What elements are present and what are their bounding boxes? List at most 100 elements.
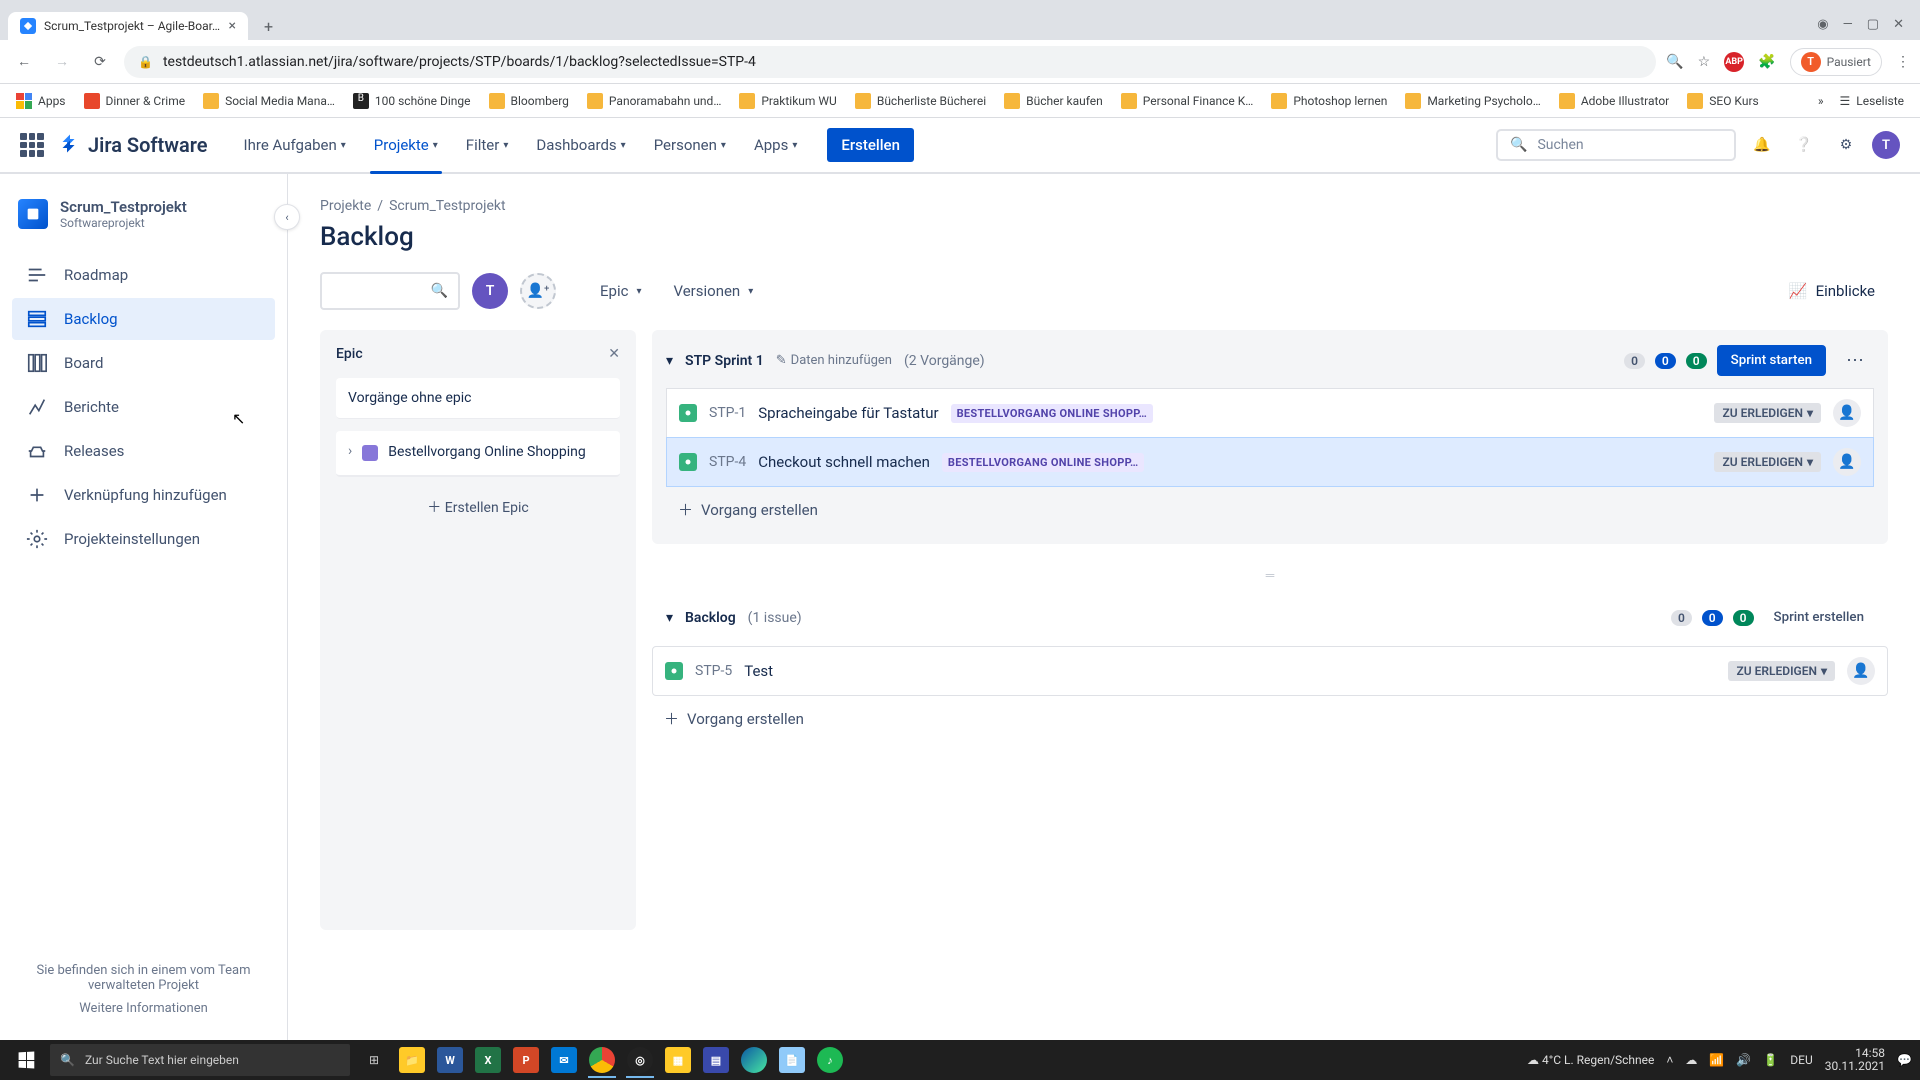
tab-close-icon[interactable]: × [229,18,236,34]
breadcrumb-project[interactable]: Scrum_Testprojekt [389,198,506,214]
start-sprint-button[interactable]: Sprint starten [1717,345,1826,376]
create-issue-button[interactable]: ＋ Vorgang erstellen [666,487,1874,532]
word-icon[interactable]: W [432,1042,468,1078]
app-icon[interactable]: ▤ [698,1042,734,1078]
add-people-icon[interactable]: 👤⁺ [520,273,556,309]
issue-row[interactable]: STP-1 Spracheingabe für Tastatur BESTELL… [666,388,1874,438]
app-switcher-icon[interactable] [20,133,44,157]
new-tab-button[interactable]: + [256,13,281,40]
filter-avatar[interactable]: T [472,273,508,309]
obs-icon[interactable]: ◎ [622,1042,658,1078]
settings-icon[interactable]: ⚙ [1830,129,1862,161]
project-header[interactable]: Scrum_Testprojekt Softwareprojekt [12,198,275,230]
apps-shortcut[interactable]: Apps [10,89,72,113]
nav-people[interactable]: Personen▾ [642,118,738,172]
chevron-down-icon[interactable]: ▾ [666,610,673,626]
bookmarks-overflow[interactable]: » [1818,94,1824,108]
add-data-link[interactable]: ✎Daten hinzufügen [776,353,892,368]
resize-handle[interactable]: ═ [652,568,1888,582]
excel-icon[interactable]: X [470,1042,506,1078]
onedrive-icon[interactable]: ☁ [1685,1053,1697,1067]
tray-chevron[interactable]: ˄ [1666,1053,1673,1067]
sprint-menu-button[interactable]: ⋯ [1836,342,1874,379]
sidebar-roadmap[interactable]: Roadmap [12,254,275,296]
extensions-icon[interactable]: 🧩 [1758,54,1775,70]
mail-icon[interactable]: ✉ [546,1042,582,1078]
chevron-right-icon[interactable]: › [348,443,352,459]
epic-badge[interactable]: BESTELLVORGANG ONLINE SHOPP… [942,453,1144,472]
app-icon[interactable]: ▦ [660,1042,696,1078]
powerpoint-icon[interactable]: P [508,1042,544,1078]
help-icon[interactable]: ❔ [1788,129,1820,161]
browser-tab[interactable]: Scrum_Testprojekt – Agile-Boar… × [8,12,248,40]
bookmark-item[interactable]: Praktikum WU [733,89,842,113]
edge-icon[interactable] [736,1042,772,1078]
window-close[interactable]: ✕ [1893,17,1904,32]
sidebar-releases[interactable]: Releases [12,430,275,472]
bookmark-item[interactable]: Photoshop lernen [1265,89,1393,113]
epic-badge[interactable]: BESTELLVORGANG ONLINE SHOPP… [951,404,1153,423]
notification-icon[interactable]: 💬 [1897,1053,1912,1067]
notepad-icon[interactable]: 📄 [774,1042,810,1078]
back-button[interactable]: ← [10,48,38,76]
language-indicator[interactable]: DEU [1790,1053,1812,1067]
nav-dashboards[interactable]: Dashboards▾ [524,118,637,172]
sidebar-collapse[interactable]: ‹ [274,204,300,230]
battery-icon[interactable]: 🔋 [1763,1053,1778,1067]
nav-filters[interactable]: Filter▾ [454,118,521,172]
address-bar[interactable]: 🔒 testdeutsch1.atlassian.net/jira/softwa… [124,46,1656,78]
weather-widget[interactable]: ☁ 4°C L. Regen/Schnee [1527,1053,1654,1067]
reading-list[interactable]: ☰Leseliste [1834,90,1910,112]
clock-date[interactable]: 30.11.2021 [1825,1060,1885,1073]
zoom-icon[interactable]: 🔍 [1666,54,1683,70]
volume-icon[interactable]: 🔊 [1736,1053,1751,1067]
sidebar-project-settings[interactable]: Projekteinstellungen [12,518,275,560]
bookmark-item[interactable]: Marketing Psycholo… [1399,89,1546,113]
start-button[interactable] [8,1044,44,1076]
assignee-avatar[interactable]: 👤 [1847,657,1875,685]
bookmark-item[interactable]: B100 schöne Dinge [347,89,477,113]
filter-search-input[interactable]: 🔍 [320,272,460,310]
reload-button[interactable]: ⟳ [86,48,114,76]
windows-search[interactable]: 🔍 Zur Suche Text hier eingeben [50,1044,350,1076]
bookmark-item[interactable]: Bloomberg [483,89,575,113]
global-search[interactable]: 🔍 Suchen [1496,129,1736,161]
abp-extension-icon[interactable]: ABP [1724,52,1744,72]
issue-row[interactable]: STP-4 Checkout schnell machen BESTELLVOR… [666,437,1874,487]
status-dropdown[interactable]: ZU ERLEDIGEN▾ [1714,403,1821,423]
bookmark-star-icon[interactable]: ☆ [1698,54,1711,70]
assignee-avatar[interactable]: 👤 [1833,448,1861,476]
nav-your-work[interactable]: Ihre Aufgaben▾ [232,118,358,172]
assignee-avatar[interactable]: 👤 [1833,399,1861,427]
sidebar-add-link[interactable]: Verknüpfung hinzufügen [12,474,275,516]
create-issue-button[interactable]: ＋ Vorgang erstellen [652,696,1888,741]
create-button[interactable]: Erstellen [827,128,914,162]
create-sprint-button[interactable]: Sprint erstellen [1764,602,1874,633]
bookmark-item[interactable]: Panoramabahn und… [581,89,727,113]
nav-projects[interactable]: Projekte▾ [362,118,450,172]
forward-button[interactable]: → [48,48,76,76]
user-avatar[interactable]: T [1872,131,1900,159]
profile-chip[interactable]: T Pausiert [1790,48,1882,76]
bookmark-item[interactable]: SEO Kurs [1681,89,1764,113]
menu-icon[interactable]: ⋮ [1896,54,1910,70]
more-info-link[interactable]: Weitere Informationen [24,1001,263,1016]
chrome-icon[interactable] [584,1042,620,1078]
wifi-icon[interactable]: 📶 [1709,1053,1724,1067]
bookmark-item[interactable]: Personal Finance K… [1115,89,1260,113]
bookmark-item[interactable]: Bücher kaufen [998,89,1109,113]
close-icon[interactable]: ✕ [608,346,620,362]
sidebar-backlog[interactable]: Backlog [12,298,275,340]
explorer-icon[interactable]: 📁 [394,1042,430,1078]
sidebar-board[interactable]: Board [12,342,275,384]
jira-logo[interactable]: Jira Software [58,133,208,157]
create-epic-button[interactable]: ＋ Erstellen Epic [336,483,620,531]
epic-filter[interactable]: Epic▾ [590,274,651,308]
status-dropdown[interactable]: ZU ERLEDIGEN▾ [1728,661,1835,681]
versions-filter[interactable]: Versionen▾ [663,274,763,308]
breadcrumb-root[interactable]: Projekte [320,198,371,214]
task-view-icon[interactable]: ⊞ [356,1042,392,1078]
sidebar-reports[interactable]: Berichte [12,386,275,428]
circle-icon[interactable]: ◉ [1817,17,1828,32]
issue-row[interactable]: STP-5 Test ZU ERLEDIGEN▾ 👤 [652,646,1888,696]
